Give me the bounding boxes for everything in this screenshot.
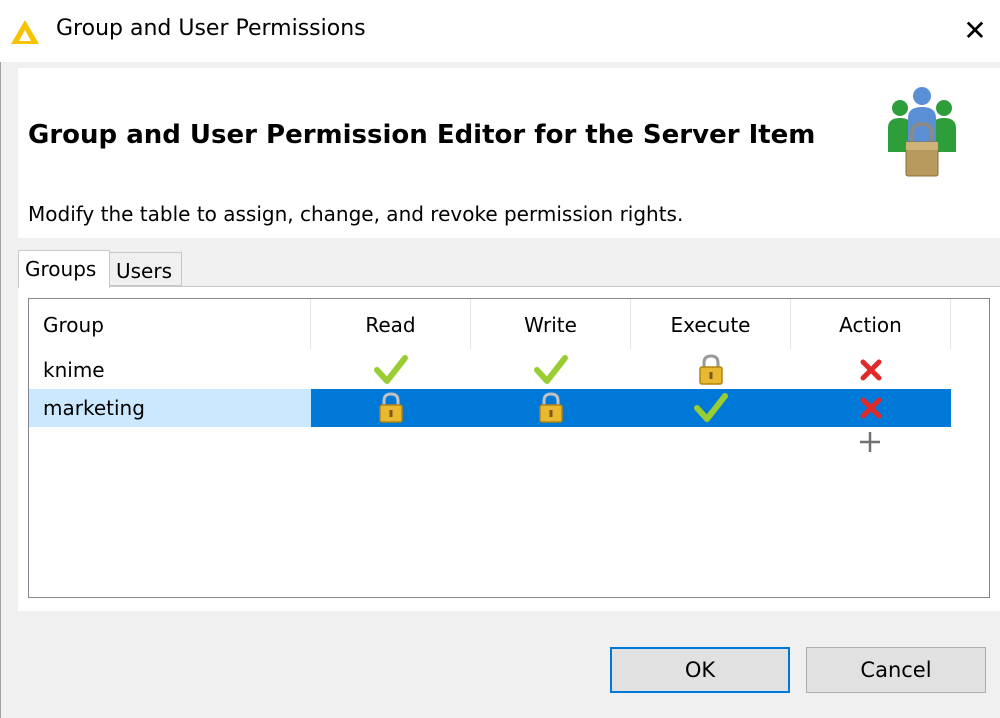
lock-icon	[539, 392, 563, 423]
delete-row-button[interactable]	[791, 351, 951, 389]
lock-icon	[379, 392, 403, 423]
header-banner: Group and User Permission Editor for the…	[18, 68, 1000, 238]
execute-permission-cell[interactable]	[631, 351, 791, 389]
column-header-read[interactable]: Read	[311, 299, 471, 349]
column-header-write[interactable]: Write	[471, 299, 631, 349]
read-permission-cell[interactable]	[311, 389, 471, 427]
write-permission-cell[interactable]	[471, 389, 631, 427]
delete-icon	[860, 359, 882, 381]
add-group-button[interactable]	[830, 425, 910, 459]
delete-icon	[860, 397, 882, 419]
read-permission-cell[interactable]	[311, 351, 471, 389]
write-permission-cell[interactable]	[471, 351, 631, 389]
lock-icon	[699, 354, 723, 385]
table-row[interactable]: marketing	[29, 389, 953, 427]
window-title: Group and User Permissions	[56, 16, 366, 41]
delete-row-button[interactable]	[791, 389, 951, 427]
column-header-execute[interactable]: Execute	[631, 299, 791, 349]
tab-users[interactable]: Users	[110, 252, 182, 286]
knime-warning-triangle-icon	[11, 20, 39, 44]
cancel-button[interactable]: Cancel	[806, 647, 986, 693]
banner-description: Modify the table to assign, change, and …	[28, 202, 684, 226]
group-name-cell[interactable]: knime	[29, 351, 311, 389]
banner-title: Group and User Permission Editor for the…	[28, 120, 816, 150]
column-header-group[interactable]: Group	[29, 299, 311, 349]
column-header-action[interactable]: Action	[791, 299, 951, 349]
close-button[interactable]: ✕	[955, 6, 995, 56]
group-name-cell[interactable]: marketing	[29, 389, 311, 427]
table-row[interactable]: knime	[29, 351, 953, 389]
title-bar: Group and User Permissions ✕	[0, 0, 1000, 62]
window-border	[0, 0, 1, 718]
check-icon	[534, 355, 568, 384]
permissions-table: Group Read Write Execute Action knime ma…	[28, 298, 990, 598]
execute-permission-cell[interactable]	[631, 389, 791, 427]
check-icon	[694, 393, 728, 422]
permissions-dialog: Group and User Permissions ✕ Group and U…	[0, 0, 1000, 718]
group-permissions-lock-icon	[888, 87, 956, 177]
tab-groups[interactable]: Groups	[18, 250, 110, 288]
plus-icon	[860, 432, 880, 452]
ok-button[interactable]: OK	[610, 647, 790, 693]
check-icon	[374, 355, 408, 384]
